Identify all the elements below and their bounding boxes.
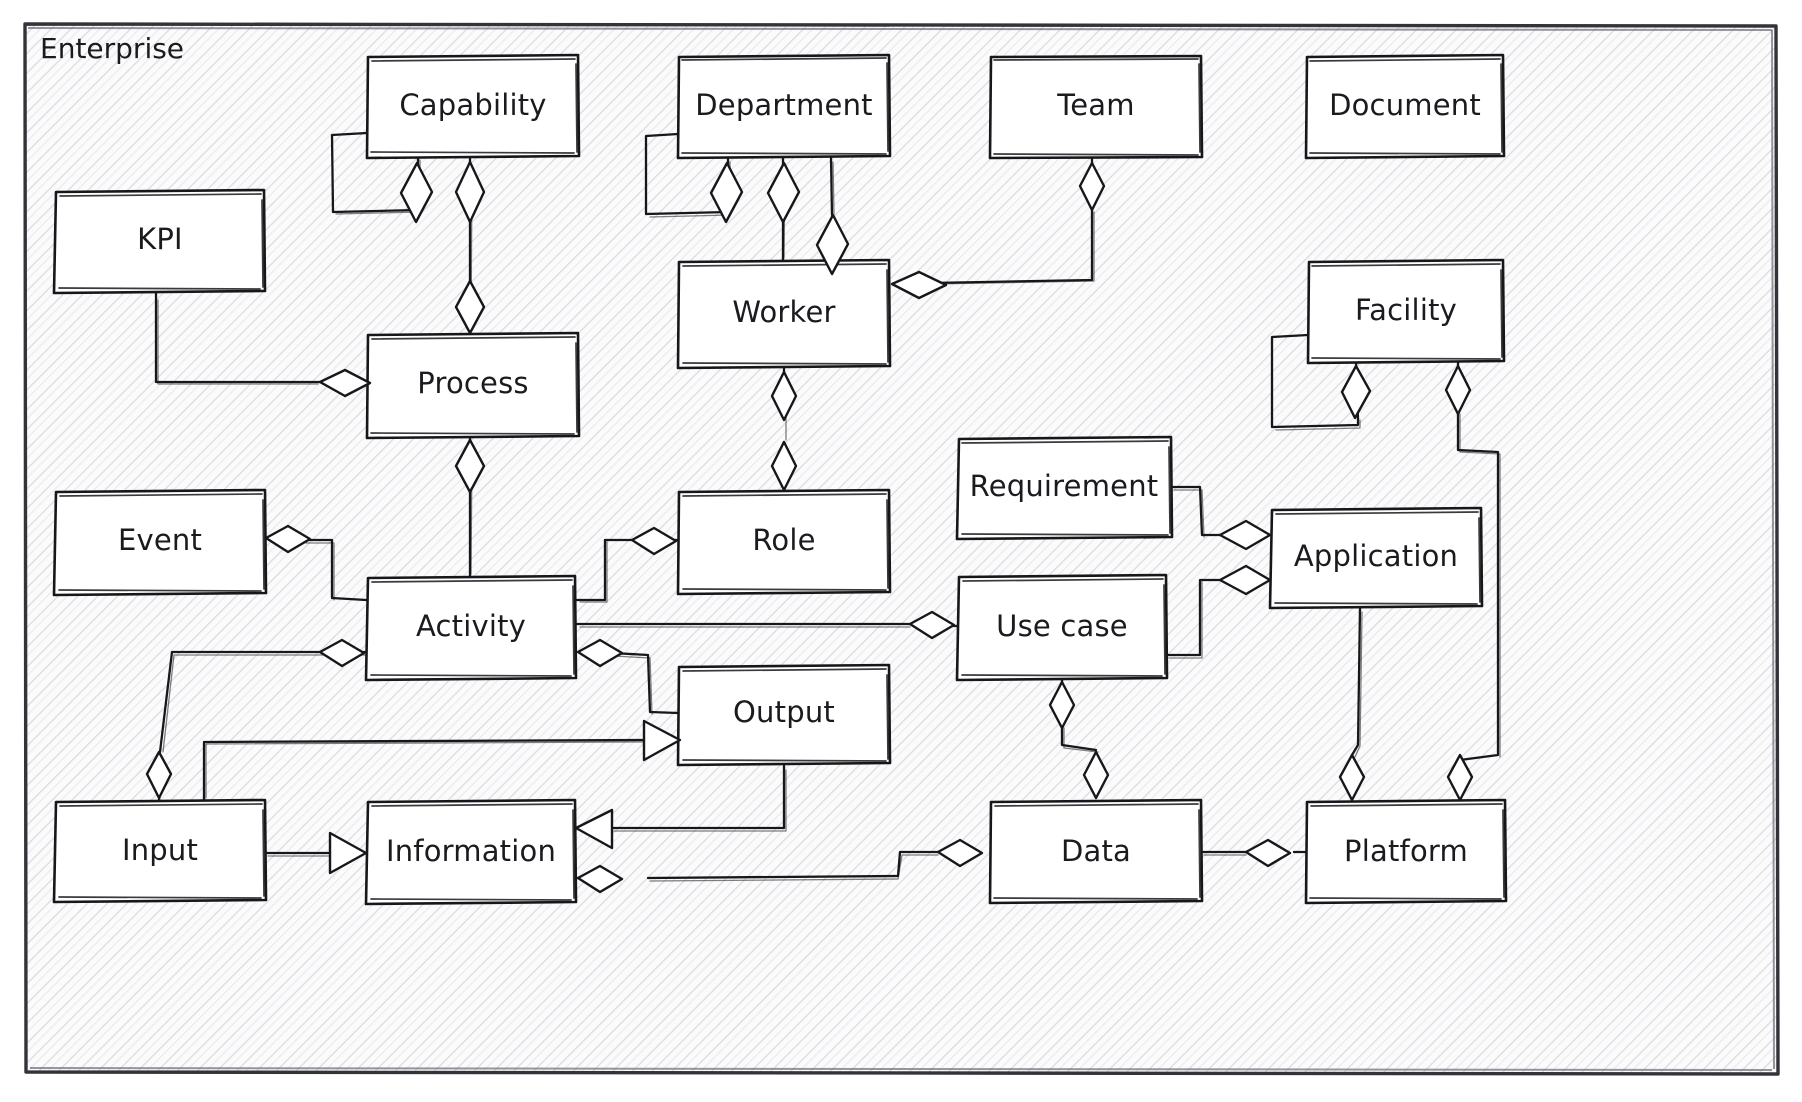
node-information[interactable]: Information <box>364 798 578 906</box>
node-department[interactable]: Department <box>676 53 892 160</box>
node-usecase[interactable]: Use case <box>955 573 1169 682</box>
node-label-usecase: Use case <box>996 609 1128 643</box>
node-activity[interactable]: Activity <box>364 574 578 682</box>
node-label-requirement: Requirement <box>970 469 1159 503</box>
node-label-kpi: KPI <box>137 222 183 256</box>
node-platform[interactable]: Platform <box>1304 798 1508 905</box>
node-label-team: Team <box>1056 88 1134 122</box>
node-kpi[interactable]: KPI <box>52 188 267 295</box>
node-application[interactable]: Application <box>1268 506 1484 610</box>
node-label-event: Event <box>118 523 202 557</box>
node-facility[interactable]: Facility <box>1306 258 1506 365</box>
node-data[interactable]: Data <box>988 798 1204 905</box>
node-capability[interactable]: Capability <box>365 53 581 160</box>
diagram-canvas: Enterprise Capability Department Team Do… <box>0 0 1802 1102</box>
node-process[interactable]: Process <box>365 331 581 440</box>
node-label-facility: Facility <box>1355 293 1457 327</box>
node-team[interactable]: Team <box>988 54 1204 160</box>
node-label-activity: Activity <box>416 609 526 643</box>
node-requirement[interactable]: Requirement <box>955 435 1174 541</box>
node-event[interactable]: Event <box>52 488 268 597</box>
node-label-capability: Capability <box>399 88 546 122</box>
node-label-department: Department <box>695 88 873 122</box>
node-label-platform: Platform <box>1344 834 1468 868</box>
node-document[interactable]: Document <box>1304 53 1506 160</box>
node-label-information: Information <box>386 834 556 868</box>
node-worker[interactable]: Worker <box>676 258 892 370</box>
node-output[interactable]: Output <box>676 663 892 767</box>
enterprise-class-diagram: Enterprise Capability Department Team Do… <box>23 22 1780 1076</box>
frame-label: Enterprise <box>40 32 184 65</box>
node-input[interactable]: Input <box>52 798 268 904</box>
node-label-document: Document <box>1329 88 1481 122</box>
node-label-application: Application <box>1294 539 1458 573</box>
node-label-output: Output <box>733 695 835 729</box>
node-label-role: Role <box>752 523 815 557</box>
node-label-process: Process <box>417 366 528 400</box>
node-label-input: Input <box>122 833 198 867</box>
node-label-data: Data <box>1061 834 1131 868</box>
node-role[interactable]: Role <box>676 488 892 596</box>
node-label-worker: Worker <box>732 295 835 329</box>
